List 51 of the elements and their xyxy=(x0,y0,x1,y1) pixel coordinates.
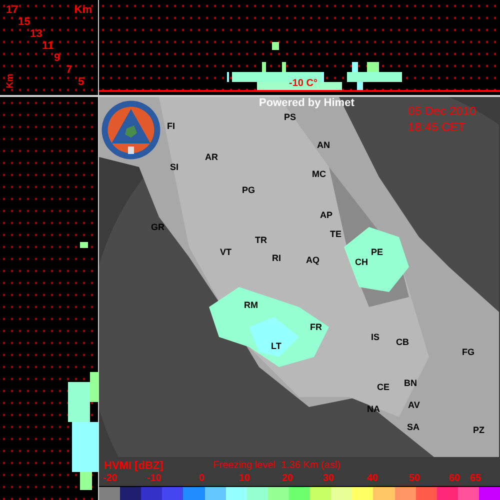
height-label: 15 xyxy=(18,16,30,28)
height-label: 9 xyxy=(54,52,60,64)
scale-tick-label: 40 xyxy=(367,473,378,484)
city-label: BN xyxy=(404,378,417,388)
time-text: 18:45 CET xyxy=(408,120,466,134)
product-label: HVMI [dBZ] xyxy=(104,460,164,472)
scale-tick-label: 0 xyxy=(199,473,205,484)
scale-tick-label: 30 xyxy=(323,473,334,484)
scale-tick-label: 50 xyxy=(409,473,420,484)
city-label: VT xyxy=(220,247,232,257)
city-label: IS xyxy=(371,332,380,342)
city-label: AP xyxy=(320,210,333,220)
scale-tick-label: 65 xyxy=(470,473,482,484)
city-label: SI xyxy=(170,162,179,172)
scale-tick-label: -10 xyxy=(147,473,162,484)
city-label: PG xyxy=(242,185,256,195)
city-label: AN xyxy=(317,140,330,150)
city-label: LT xyxy=(271,341,282,351)
axis-label: Km xyxy=(4,74,14,88)
city-label: RM xyxy=(244,300,258,310)
city-label: CE xyxy=(377,382,390,392)
scale-tick-label: 20 xyxy=(282,473,294,484)
city-label: PE xyxy=(371,247,384,257)
city-label: FG xyxy=(462,347,474,357)
city-label: MC xyxy=(312,169,326,179)
city-label: SA xyxy=(407,422,420,432)
scale-tick-label: 60 xyxy=(449,473,460,484)
height-label: 7 xyxy=(66,64,72,76)
height-label: 17 xyxy=(6,4,18,16)
isotherm-label: -10 C° xyxy=(289,78,318,89)
city-label: CH xyxy=(355,257,368,267)
scale-tick-label: 10 xyxy=(239,473,250,484)
date-text: 05 Dec 2010 xyxy=(408,104,476,118)
height-label: 13 xyxy=(30,28,42,40)
height-label: 11 xyxy=(42,40,54,52)
unit-label: Km xyxy=(74,4,92,16)
city-label: CB xyxy=(396,337,409,347)
city-label: FR xyxy=(310,322,322,332)
scale-tick-label: -20 xyxy=(103,473,118,484)
city-label: AQ xyxy=(306,255,320,265)
city-label: RI xyxy=(272,253,281,263)
freezing-level-text: Freezing level 1.36 Km (asl) xyxy=(213,460,341,472)
city-label: TR xyxy=(255,235,267,245)
city-label: PS xyxy=(284,112,296,122)
city-label: PZ xyxy=(473,425,485,435)
city-label: AR xyxy=(205,152,218,162)
city-label: TE xyxy=(330,229,342,239)
height-label: 5 xyxy=(78,76,84,88)
city-label: AV xyxy=(408,400,420,410)
city-label: GR xyxy=(151,222,164,232)
city-label: FI xyxy=(167,121,175,131)
